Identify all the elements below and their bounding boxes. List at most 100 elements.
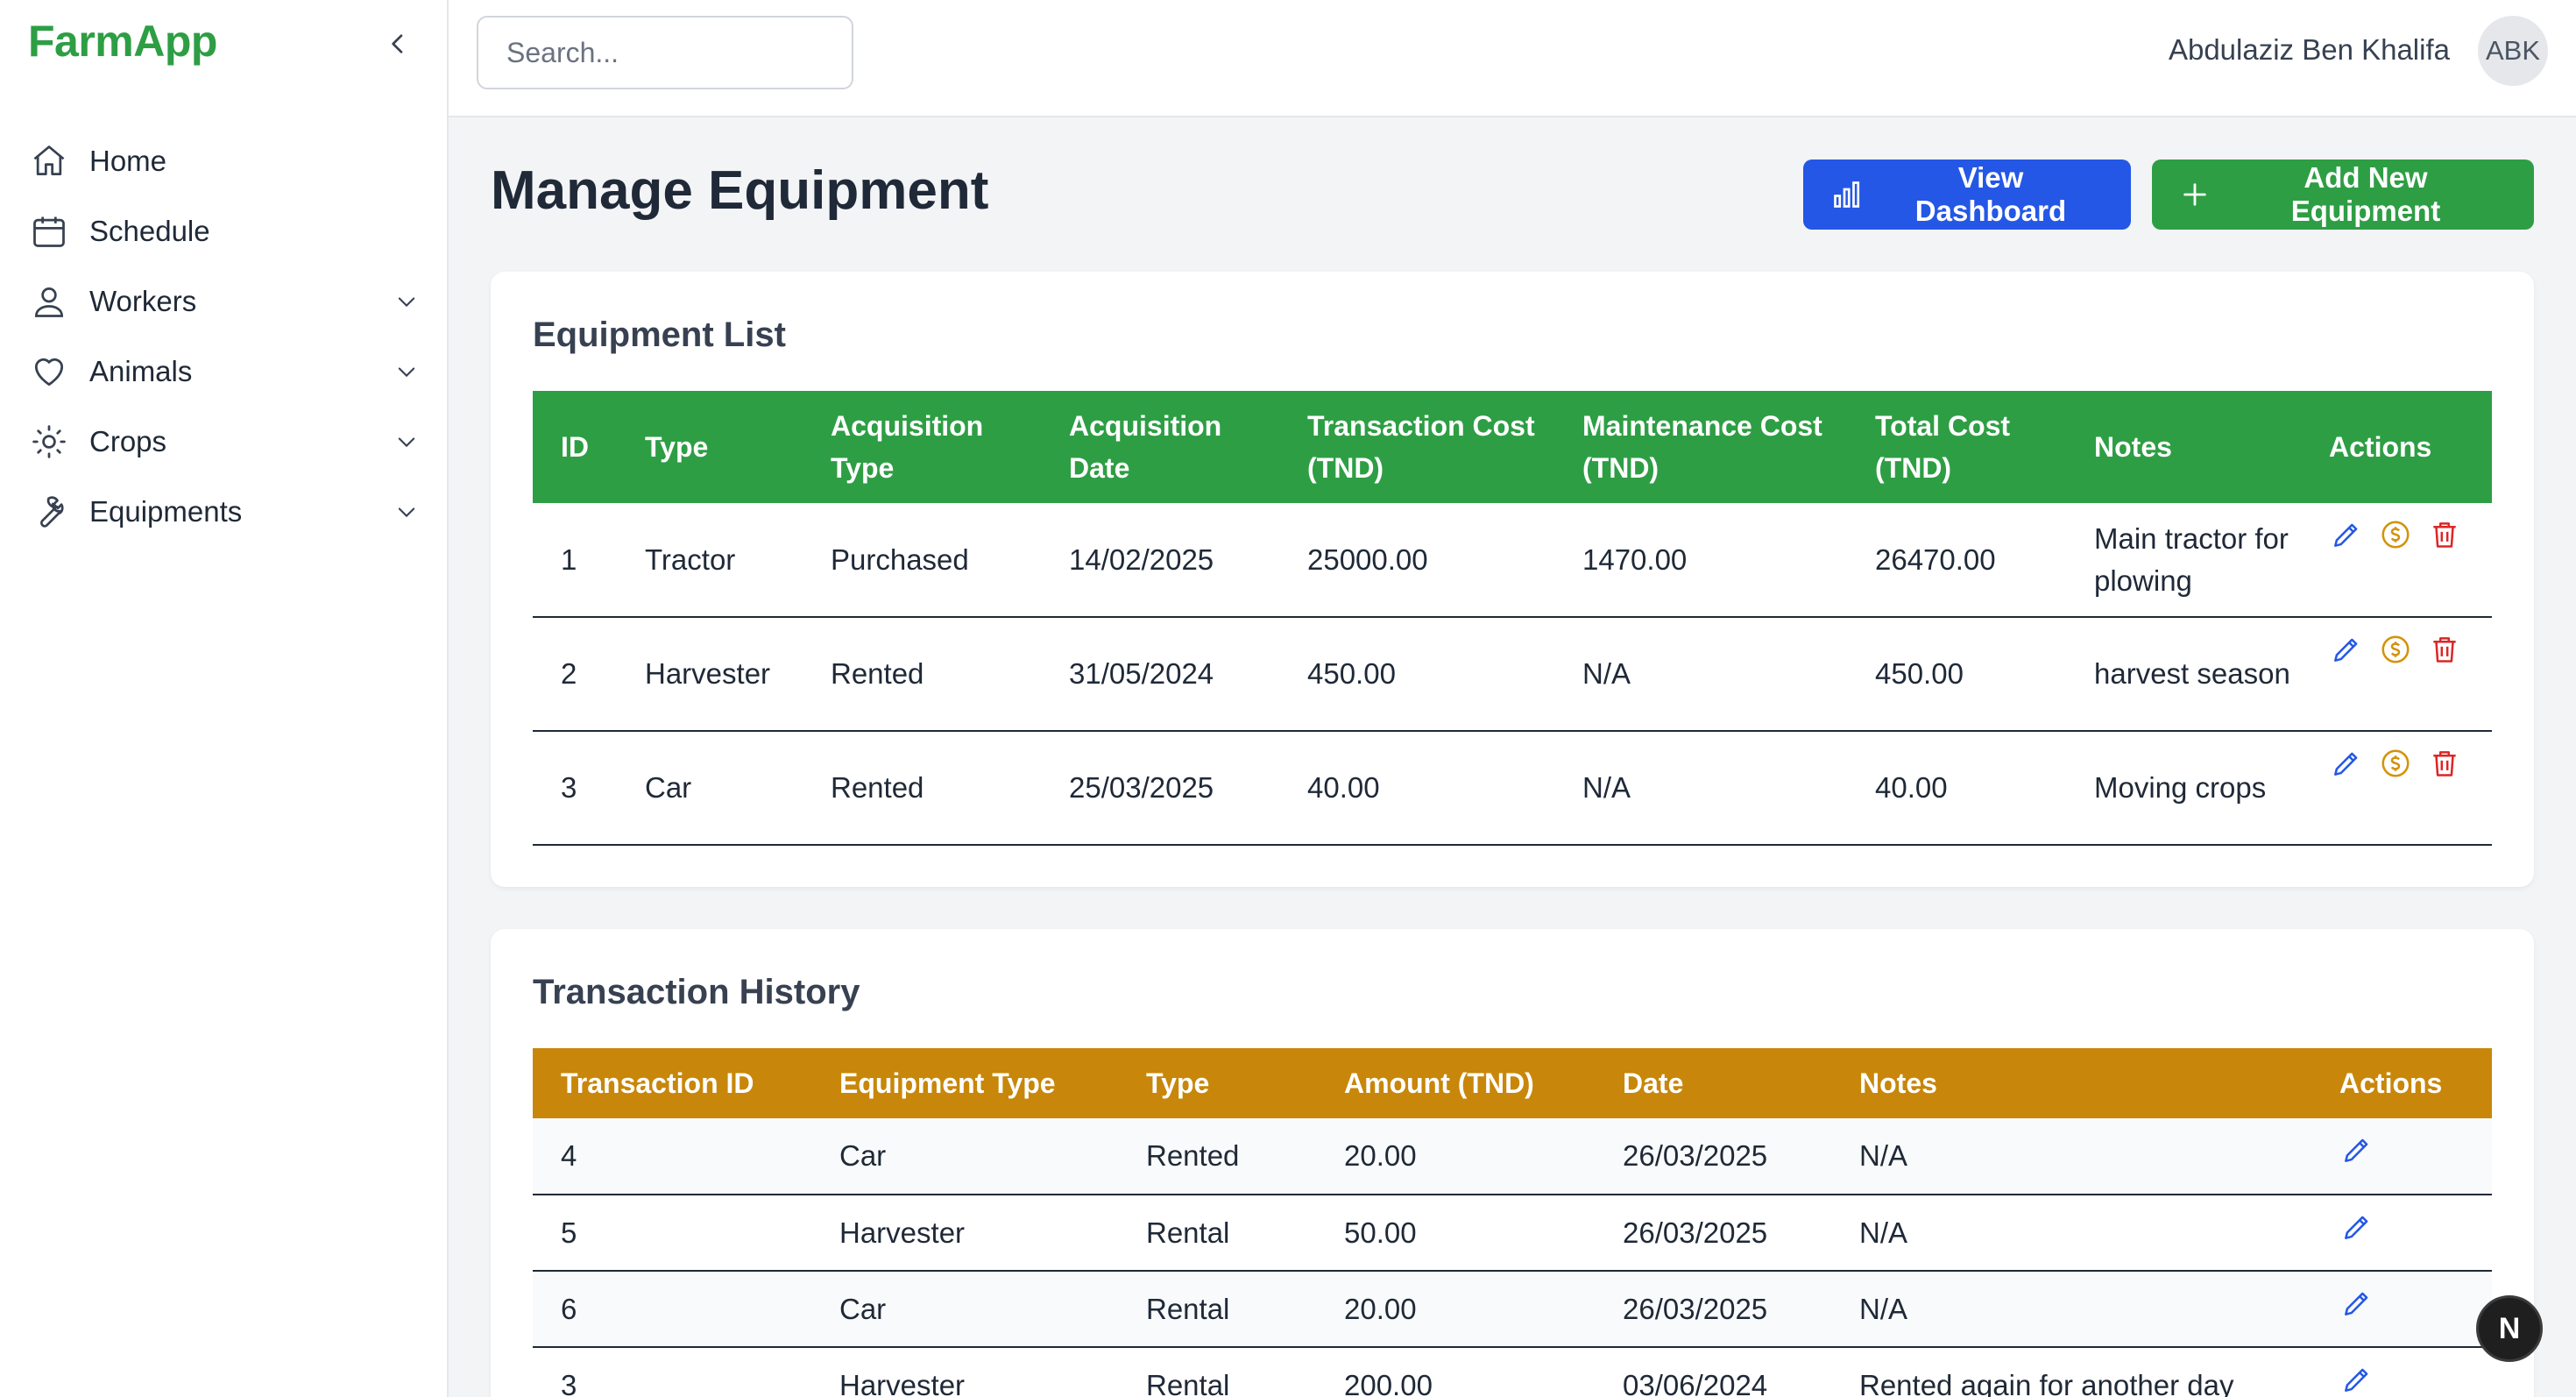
column-header[interactable]: Type bbox=[1118, 1048, 1316, 1118]
cell-transaction-cost: 40.00 bbox=[1307, 771, 1380, 804]
column-header[interactable]: Maintenance Cost (TND) bbox=[1554, 391, 1847, 503]
column-header: Actions bbox=[2339, 1067, 2443, 1099]
column-header[interactable]: Equipment Type bbox=[811, 1048, 1118, 1118]
cell-transaction-cost: 450.00 bbox=[1307, 657, 1396, 690]
sidebar-item-label: Crops bbox=[89, 425, 167, 457]
payment-icon[interactable] bbox=[2378, 746, 2413, 781]
table-row: 3 Car Rented 25/03/2025 40.00 N/A 40.00 … bbox=[533, 731, 2492, 845]
table-header-row: Transaction ID Equipment Type Type Amoun… bbox=[533, 1048, 2492, 1118]
edit-icon[interactable] bbox=[2339, 1209, 2374, 1245]
cell-maintenance-cost: N/A bbox=[1582, 657, 1631, 690]
sidebar-item-crops[interactable]: Crops bbox=[0, 407, 449, 477]
page-title: Manage Equipment bbox=[491, 160, 989, 221]
column-header[interactable]: Notes bbox=[2066, 391, 2301, 503]
dev-tools-button[interactable]: N bbox=[2476, 1295, 2543, 1362]
column-header[interactable]: Total Cost (TND) bbox=[1847, 391, 2066, 503]
column-header: Actions bbox=[2329, 431, 2432, 463]
column-header[interactable]: Date bbox=[1595, 1048, 1831, 1118]
sidebar: FarmApp Home Schedule Workers Animals Cr… bbox=[0, 0, 449, 1397]
table-header-row: ID Type Acquisition Type Acquisition Dat… bbox=[533, 391, 2492, 503]
home-icon bbox=[28, 140, 70, 182]
brand-logo[interactable]: FarmApp bbox=[28, 16, 217, 67]
cell-type: Rented bbox=[1146, 1139, 1240, 1172]
cell-maintenance-cost: N/A bbox=[1582, 771, 1631, 804]
cell-total-cost: 40.00 bbox=[1875, 771, 1948, 804]
cell-maintenance-cost: 1470.00 bbox=[1582, 542, 1688, 576]
cell-type: Tractor bbox=[645, 542, 736, 576]
sidebar-item-equipments[interactable]: Equipments bbox=[0, 477, 449, 547]
transaction-table: Transaction ID Equipment Type Type Amoun… bbox=[533, 1048, 2492, 1397]
cell-transaction-id: 5 bbox=[561, 1216, 577, 1249]
column-header[interactable]: Amount (TND) bbox=[1316, 1048, 1595, 1118]
cell-notes: N/A bbox=[1859, 1139, 1908, 1172]
table-row: 4 Car Rented 20.00 26/03/2025 N/A bbox=[533, 1118, 2492, 1195]
delete-icon[interactable] bbox=[2427, 632, 2462, 667]
cell-transaction-id: 3 bbox=[561, 1368, 577, 1397]
equipment-list-card: Equipment List ID Type Acquisition Type … bbox=[491, 272, 2534, 887]
sidebar-item-label: Equipments bbox=[89, 495, 243, 528]
table-row: 1 Tractor Purchased 14/02/2025 25000.00 … bbox=[533, 503, 2492, 617]
plus-icon bbox=[2183, 183, 2206, 206]
sun-icon bbox=[28, 421, 70, 463]
sidebar-item-schedule[interactable]: Schedule bbox=[0, 196, 449, 266]
table-row: 3 Harvester Rental 200.00 03/06/2024 Ren… bbox=[533, 1347, 2492, 1397]
sidebar-item-workers[interactable]: Workers bbox=[0, 266, 449, 337]
cell-notes: N/A bbox=[1859, 1292, 1908, 1325]
transaction-history-title: Transaction History bbox=[533, 973, 860, 1011]
sidebar-item-label: Workers bbox=[89, 285, 197, 317]
sidebar-item-home[interactable]: Home bbox=[0, 126, 449, 196]
cell-notes: Main tractor for plowing bbox=[2094, 521, 2289, 597]
cell-type: Rental bbox=[1146, 1292, 1230, 1325]
cell-id: 1 bbox=[561, 542, 577, 576]
cell-amount: 20.00 bbox=[1344, 1292, 1417, 1325]
search-input[interactable] bbox=[477, 16, 853, 89]
column-header[interactable]: Transaction Cost (TND) bbox=[1279, 391, 1554, 503]
cell-actions bbox=[2311, 1195, 2492, 1271]
edit-icon[interactable] bbox=[2339, 1286, 2374, 1321]
delete-icon[interactable] bbox=[2427, 746, 2462, 781]
cell-date: 26/03/2025 bbox=[1623, 1139, 1768, 1172]
cell-actions bbox=[2301, 503, 2492, 617]
chevron-down-icon bbox=[391, 426, 422, 457]
chevron-down-icon bbox=[391, 286, 422, 317]
column-header[interactable]: Notes bbox=[1831, 1048, 2311, 1118]
equipment-list-title: Equipment List bbox=[533, 316, 786, 354]
payment-icon[interactable] bbox=[2378, 517, 2413, 552]
view-dashboard-label: View Dashboard bbox=[1914, 161, 2067, 227]
column-header[interactable]: Type bbox=[617, 391, 803, 503]
delete-icon[interactable] bbox=[2427, 517, 2462, 552]
cell-type: Rental bbox=[1146, 1216, 1230, 1249]
cell-acquisition-date: 31/05/2024 bbox=[1069, 657, 1214, 690]
cell-acquisition-type: Rented bbox=[831, 657, 924, 690]
add-equipment-label: Add New Equipment bbox=[2290, 161, 2441, 227]
view-dashboard-button[interactable]: View Dashboard bbox=[1803, 160, 2131, 230]
edit-icon[interactable] bbox=[2339, 1132, 2374, 1167]
add-equipment-button[interactable]: Add New Equipment bbox=[2152, 160, 2534, 230]
transaction-history-card: Transaction History Transaction ID Equip… bbox=[491, 929, 2534, 1397]
cell-acquisition-date: 14/02/2025 bbox=[1069, 542, 1214, 576]
cell-acquisition-date: 25/03/2025 bbox=[1069, 771, 1214, 804]
edit-icon[interactable] bbox=[2329, 517, 2364, 552]
sidebar-item-animals[interactable]: Animals bbox=[0, 337, 449, 407]
column-header[interactable]: Acquisition Type bbox=[803, 391, 1041, 503]
chevron-down-icon bbox=[391, 356, 422, 387]
edit-icon[interactable] bbox=[2339, 1362, 2374, 1397]
cell-acquisition-type: Purchased bbox=[831, 542, 969, 576]
payment-icon[interactable] bbox=[2378, 632, 2413, 667]
cell-actions bbox=[2311, 1271, 2492, 1347]
column-header[interactable]: ID bbox=[533, 391, 617, 503]
column-header[interactable]: Transaction ID bbox=[533, 1048, 811, 1118]
cell-actions bbox=[2311, 1118, 2492, 1195]
collapse-sidebar-button[interactable] bbox=[377, 23, 419, 65]
column-header[interactable]: Acquisition Date bbox=[1041, 391, 1279, 503]
edit-icon[interactable] bbox=[2329, 632, 2364, 667]
edit-icon[interactable] bbox=[2329, 746, 2364, 781]
cell-transaction-id: 6 bbox=[561, 1292, 577, 1325]
cell-equipment-type: Harvester bbox=[839, 1216, 966, 1249]
table-row: 5 Harvester Rental 50.00 26/03/2025 N/A bbox=[533, 1195, 2492, 1271]
cell-actions bbox=[2301, 617, 2492, 731]
topbar: Abdulaziz Ben Khalifa ABK bbox=[449, 0, 2576, 117]
avatar[interactable]: ABK bbox=[2478, 16, 2548, 86]
equipment-table: ID Type Acquisition Type Acquisition Dat… bbox=[533, 391, 2492, 846]
cell-actions bbox=[2301, 731, 2492, 845]
